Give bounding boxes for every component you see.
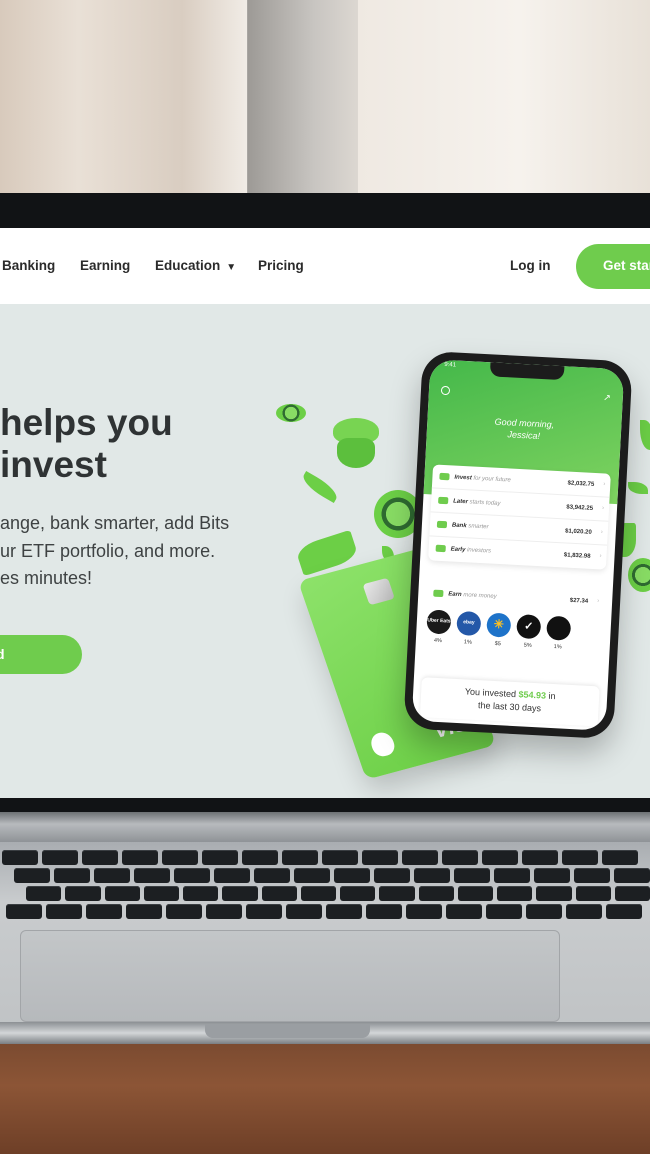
invested-text: You invested bbox=[464, 686, 517, 700]
phone-time: 9:41 bbox=[444, 361, 457, 369]
trackpad[interactable] bbox=[20, 930, 560, 1022]
account-amount: $2,032.75 bbox=[567, 480, 595, 488]
account-sub: for your future bbox=[473, 475, 511, 484]
laptop-screen: Banking Earning Education ▼ Pricing Log i… bbox=[0, 228, 650, 798]
laptop-lid-notch bbox=[205, 1024, 370, 1038]
keyboard bbox=[0, 850, 650, 930]
phone-mockup: 9:41 ↗ Good morning, Jessica! Invest for… bbox=[403, 350, 633, 740]
earn-section: Earn more money $27.34 › Uber Eats ebay ✳ … bbox=[422, 581, 605, 675]
hero-title-line-2: invest bbox=[0, 444, 107, 485]
hero-subtitle-line-3: es minutes! bbox=[0, 568, 93, 588]
account-sub: smarter bbox=[468, 523, 489, 531]
chart-icon: ↗ bbox=[603, 392, 612, 403]
nike-logo[interactable]: ✓ bbox=[516, 614, 542, 640]
earn-amount: $27.34 bbox=[569, 597, 589, 605]
partner-reward: 5% bbox=[523, 642, 532, 649]
partner-logo[interactable] bbox=[546, 615, 572, 641]
account-amount: $1,832.98 bbox=[563, 552, 591, 560]
hero-cta-button[interactable]: d bbox=[0, 635, 82, 674]
wooden-table bbox=[0, 1040, 650, 1154]
account-sub: investors bbox=[466, 547, 492, 555]
hero-subtitle-line-1: ange, bank smarter, add Bits bbox=[0, 513, 230, 533]
invested-period: the last 30 days bbox=[477, 700, 542, 714]
phone-greeting: Good morning, Jessica! bbox=[427, 412, 622, 446]
partner-reward: 4% bbox=[433, 637, 442, 645]
partner-reward: 1% bbox=[463, 639, 472, 646]
chevron-right-icon: › bbox=[599, 553, 602, 560]
site-nav: Banking Earning Education ▼ Pricing Log i… bbox=[0, 228, 650, 304]
acorn-icon bbox=[640, 420, 650, 450]
wall-pillar bbox=[248, 0, 358, 200]
account-sub: starts today bbox=[469, 499, 501, 508]
leaf-icon bbox=[299, 470, 341, 504]
get-started-button[interactable]: Get star bbox=[576, 244, 650, 289]
chevron-right-icon: › bbox=[597, 598, 600, 605]
account-name: Invest bbox=[454, 474, 472, 482]
invested-suffix: in bbox=[548, 690, 556, 702]
hero-subtitle: ange, bank smarter, add Bits ur ETF port… bbox=[0, 510, 229, 593]
earn-row[interactable]: Earn more money $27.34 › bbox=[426, 581, 605, 614]
profile-icon bbox=[440, 385, 451, 396]
later-icon bbox=[438, 496, 449, 505]
login-link[interactable]: Log in bbox=[510, 258, 551, 273]
nav-education-label: Education bbox=[155, 258, 221, 273]
nav-earning[interactable]: Earning bbox=[80, 258, 130, 273]
hero-subtitle-line-2: ur ETF portfolio, and more. bbox=[0, 540, 216, 561]
account-name: Early bbox=[450, 546, 466, 554]
nav-education[interactable]: Education ▼ bbox=[155, 258, 236, 273]
nav-banking[interactable]: Banking bbox=[2, 258, 55, 273]
acorn-icon bbox=[333, 418, 379, 468]
hero-title-line-1: helps you bbox=[0, 402, 173, 443]
earn-name: Earn bbox=[448, 591, 462, 599]
earn-icon bbox=[433, 589, 444, 598]
account-amount: $3,942.25 bbox=[566, 504, 594, 512]
invest-icon bbox=[439, 472, 450, 481]
partner-logos: Uber Eats ebay ✳ ✓ bbox=[426, 609, 572, 641]
walmart-logo[interactable]: ✳ bbox=[486, 612, 512, 638]
accounts-list: Invest for your future $2,032.75 › Later s… bbox=[428, 464, 611, 570]
account-name: Bank bbox=[451, 522, 467, 530]
bank-icon bbox=[436, 520, 448, 529]
coin-icon bbox=[628, 558, 650, 592]
uber-eats-logo[interactable]: Uber Eats bbox=[426, 609, 452, 635]
account-name: Later bbox=[453, 498, 468, 506]
invested-amount: $54.93 bbox=[518, 689, 547, 701]
card-chip-icon bbox=[362, 577, 395, 606]
early-icon bbox=[435, 544, 446, 553]
hero-title: helps you invest bbox=[0, 402, 173, 486]
earn-sub: more money bbox=[463, 592, 497, 600]
laptop-hinge bbox=[0, 812, 650, 842]
coin-icon bbox=[276, 404, 306, 422]
nav-pricing[interactable]: Pricing bbox=[258, 258, 304, 273]
leaf-icon bbox=[628, 482, 648, 494]
partner-reward: $5 bbox=[494, 640, 502, 648]
chevron-right-icon: › bbox=[600, 529, 603, 536]
chevron-down-icon: ▼ bbox=[226, 262, 237, 273]
phone-screen: 9:41 ↗ Good morning, Jessica! Invest for… bbox=[411, 359, 625, 731]
invested-summary: You invested $54.93 in the last 30 days bbox=[419, 677, 600, 727]
partner-reward: 1% bbox=[553, 644, 562, 651]
account-amount: $1,020.20 bbox=[564, 528, 592, 536]
chevron-right-icon: › bbox=[603, 481, 606, 488]
chevron-right-icon: › bbox=[601, 505, 605, 512]
acorn-logo-icon bbox=[368, 730, 398, 759]
ebay-logo[interactable]: ebay bbox=[456, 610, 482, 637]
